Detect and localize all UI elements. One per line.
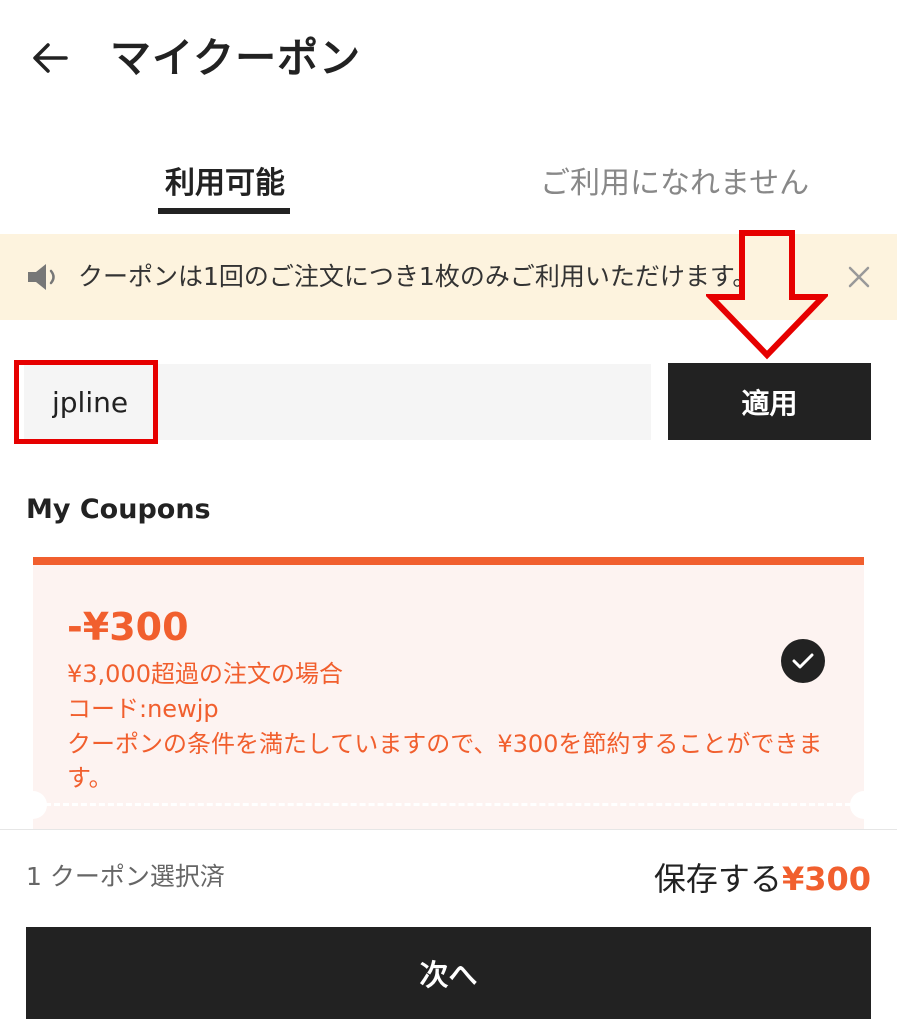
coupon-code-input[interactable] — [24, 364, 651, 440]
section-title-my-coupons: My Coupons — [26, 494, 211, 525]
header: マイクーポン — [0, 0, 897, 115]
savings-amount: ¥300 — [781, 860, 871, 898]
coupon-amount: -¥300 — [67, 605, 189, 649]
coupon-perforation — [45, 803, 851, 806]
footer-bar: 1 クーポン選択済 保存する¥300 次へ — [0, 829, 897, 1024]
next-button[interactable]: 次へ — [26, 927, 871, 1019]
coupon-message: クーポンの条件を満たしていますので、¥300を節約することができます。 — [67, 730, 823, 792]
coupon-notch-left — [33, 791, 47, 819]
coupon-card[interactable]: -¥300 ¥3,000超過の注文の場合 コード:newjp クーポンの条件を満… — [33, 557, 864, 829]
close-icon — [848, 266, 870, 288]
apply-button[interactable]: 適用 — [668, 363, 871, 440]
notice-close-button[interactable] — [846, 264, 872, 290]
back-button[interactable] — [30, 38, 70, 78]
speaker-icon — [28, 264, 55, 290]
tab-bar: 利用可能 ご利用になれません — [0, 150, 897, 220]
savings-summary: 保存する¥300 — [654, 856, 871, 902]
notice-banner: クーポンは1回のご注文につき1枚のみご利用いただけます。 — [0, 234, 897, 320]
tab-unavailable[interactable]: ご利用になれません — [540, 162, 809, 206]
savings-label: 保存する — [653, 860, 782, 898]
tab-active-indicator — [158, 208, 290, 214]
tab-available[interactable]: 利用可能 — [165, 162, 285, 206]
notice-text: クーポンは1回のご注文につき1枚のみご利用いただけます。 — [78, 262, 758, 291]
coupon-condition: ¥3,000超過の注文の場合 — [67, 660, 343, 688]
check-icon — [792, 653, 814, 669]
coupon-selected-checkbox[interactable] — [781, 639, 825, 683]
page-title: マイクーポン — [110, 34, 362, 82]
coupon-notch-right — [850, 791, 864, 819]
selected-coupon-count: 1 クーポン選択済 — [26, 862, 225, 891]
arrow-left-icon — [33, 43, 68, 73]
coupon-code: コード:newjp — [67, 695, 219, 723]
